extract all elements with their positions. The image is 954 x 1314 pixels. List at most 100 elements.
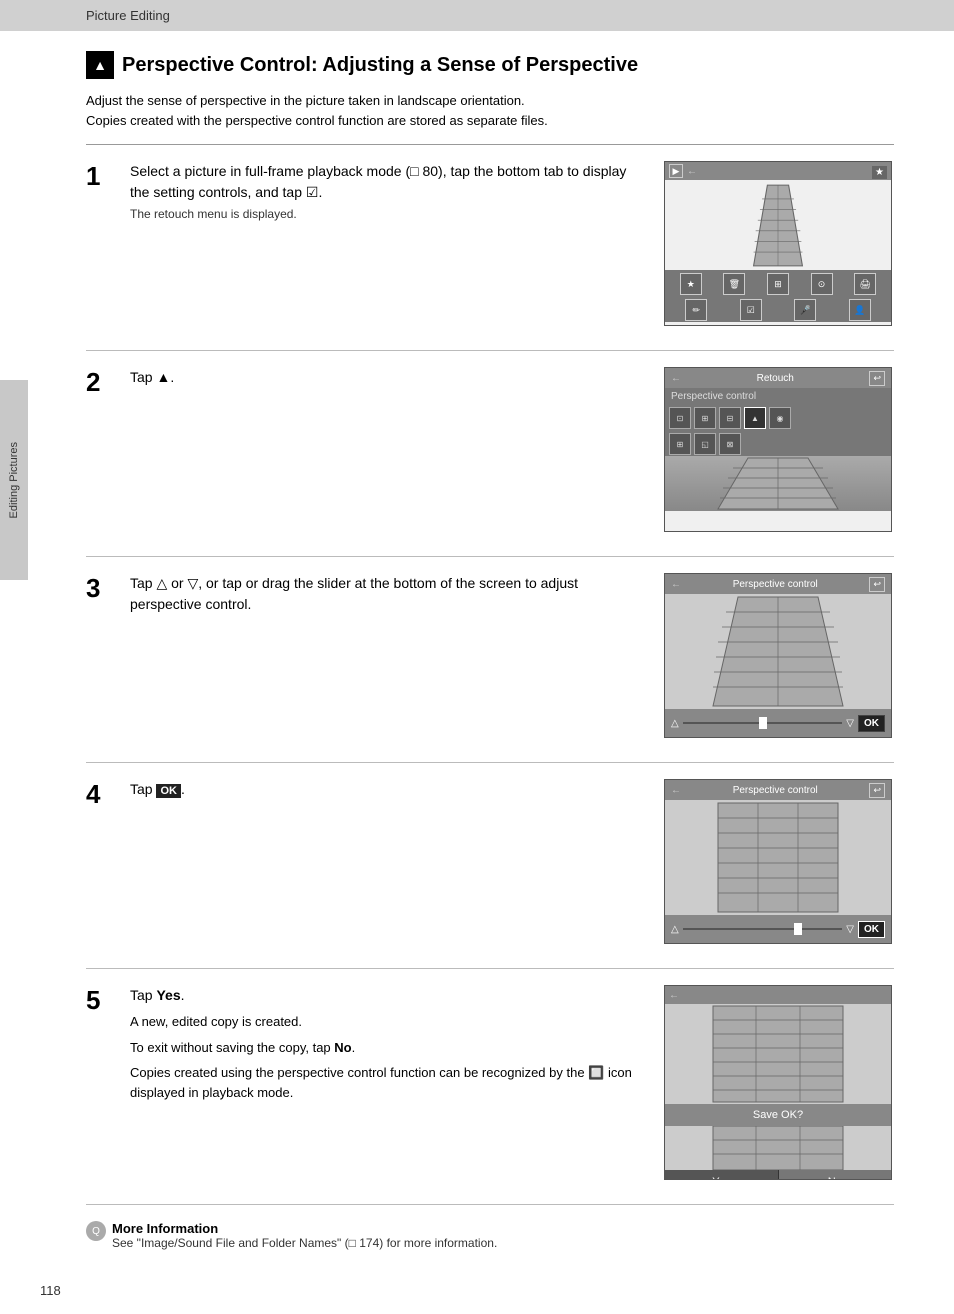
screen4: ← Perspective control ↩ — [664, 779, 892, 944]
screen4-slider-down: ▽ — [846, 924, 854, 935]
screen2-back-btn: ↩ — [869, 371, 885, 386]
screen1-building — [665, 180, 891, 270]
step-4-number: 4 — [86, 781, 110, 807]
mic-menu-icon: 🎤 — [794, 299, 816, 321]
screen4-slider-up: △ — [671, 924, 679, 935]
step-1-note: The retouch menu is displayed. — [130, 207, 644, 221]
page-header: Picture Editing — [0, 0, 954, 31]
slider-track[interactable] — [683, 722, 843, 724]
step-2-row: 2 Tap ▲. ← Retouch ↩ Perspective control… — [86, 367, 894, 532]
screen4-slider-row: △ ▽ OK — [665, 915, 891, 943]
screen3-building-svg — [665, 594, 891, 709]
step-5-text: Tap Yes. — [130, 985, 644, 1006]
retouch-icon-4-selected: ▲ — [744, 407, 766, 429]
step-2-content: Tap ▲. — [130, 367, 644, 388]
yes-bold: Yes — [156, 987, 180, 1003]
ok-button-step4[interactable]: OK — [858, 921, 885, 938]
header-label: Picture Editing — [86, 8, 170, 23]
screen1-menurow2: ✏ ☑ 🎤 👤 — [665, 298, 891, 322]
screen5-building — [665, 1004, 891, 1104]
title-section: ▲ Perspective Control: Adjusting a Sense… — [86, 51, 894, 79]
main-content: ▲ Perspective Control: Adjusting a Sense… — [0, 31, 954, 1270]
step-3-number: 3 — [86, 575, 110, 601]
screen5-arrow: ← — [669, 990, 679, 1001]
screen2-header: ← Retouch ↩ — [665, 368, 891, 388]
building-svg — [748, 183, 808, 268]
person-menu-icon: 👤 — [849, 299, 871, 321]
star-icon: ★ — [872, 166, 887, 179]
screen3-arrow: ← — [671, 579, 681, 590]
retouch-icon-7: ◱ — [694, 433, 716, 455]
screen5-buttons: Yes No — [665, 1170, 891, 1180]
screen2-subtitle: Perspective control — [665, 388, 891, 404]
step-5-note1: A new, edited copy is created. — [130, 1012, 644, 1032]
no-button[interactable]: No — [779, 1170, 892, 1180]
slider-down-icon: ▽ — [846, 718, 854, 729]
more-info-section: Q More Information See "Image/Sound File… — [86, 1221, 894, 1250]
retouch-icon-6: ⊞ — [669, 433, 691, 455]
step-5-note2: To exit without saving the copy, tap No. — [130, 1038, 644, 1058]
step-3-content: Tap △ or ▽, or tap or drag the slider at… — [130, 573, 644, 615]
step-5-note3: Copies created using the perspective con… — [130, 1063, 644, 1102]
subtitle-text: Adjust the sense of perspective in the p… — [86, 91, 894, 145]
ok-label: OK — [156, 784, 181, 798]
retouch-icon-5: ◉ — [769, 407, 791, 429]
retouch-icon-1: ⊡ — [669, 407, 691, 429]
step-2-number: 2 — [86, 369, 110, 395]
step-2-image: ← Retouch ↩ Perspective control ⊡ ⊞ ⊟ ▲ … — [664, 367, 894, 532]
check-menu-icon: ☑ — [740, 299, 762, 321]
screen2-building-svg — [665, 456, 891, 511]
perspective-control-icon: ▲ — [86, 51, 114, 79]
screen2-icons-row2: ⊞ ◱ ⊠ — [665, 432, 891, 456]
step-4-content: Tap OK. — [130, 779, 644, 800]
screen4-building-svg — [665, 800, 891, 915]
step-2-text: Tap ▲. — [130, 367, 644, 388]
more-info-title: More Information — [112, 1221, 497, 1236]
screen3-title: Perspective control — [733, 579, 818, 590]
slider-thumb[interactable] — [759, 717, 767, 729]
star-menu-icon: ★ — [680, 273, 702, 295]
screen5-building-svg — [665, 1004, 891, 1104]
screen4-slider-thumb[interactable] — [794, 923, 802, 935]
screen4-slider-track[interactable] — [683, 928, 843, 930]
step-1-text: Select a picture in full-frame playback … — [130, 161, 644, 203]
save-ok-text: Save OK? — [753, 1109, 803, 1121]
screen3-slider-row: △ ▽ OK — [665, 709, 891, 737]
page-number: 118 — [40, 1283, 61, 1298]
retouch-icon-8: ⊠ — [719, 433, 741, 455]
more-info-icon: Q — [86, 1221, 106, 1241]
screen5-building2 — [665, 1126, 891, 1170]
side-tab-text: Editing Pictures — [8, 442, 20, 518]
screen4-title: Perspective control — [733, 785, 818, 796]
divider-3 — [86, 762, 894, 763]
yes-button[interactable]: Yes — [665, 1170, 779, 1180]
screen5: ← — [664, 985, 892, 1180]
step-3-row: 3 Tap △ or ▽, or tap or drag the slider … — [86, 573, 894, 738]
step-1-content: Select a picture in full-frame playback … — [130, 161, 644, 221]
screen3-back-btn: ↩ — [869, 577, 885, 592]
step-1-image: ▶ ← ★ — [664, 161, 894, 326]
divider-4 — [86, 968, 894, 969]
slider-up-icon: △ — [671, 718, 679, 729]
screen3-building-area — [665, 594, 891, 709]
divider-1 — [86, 350, 894, 351]
screen2-arrow: ← — [671, 373, 681, 384]
screen1-menubar: ★ 🗑 ⊞ ⊙ 🖨 — [665, 270, 891, 298]
divider-5 — [86, 1204, 894, 1205]
copy-menu-icon: ⊞ — [767, 273, 789, 295]
screen5-top: ← — [665, 986, 891, 1004]
step-4-text: Tap OK. — [130, 779, 644, 800]
screen2-subtitle-text: Perspective control — [671, 391, 756, 402]
trash-menu-icon: 🗑 — [723, 273, 745, 295]
ok-button-step3[interactable]: OK — [858, 715, 885, 732]
step-3-image: ← Perspective control ↩ — [664, 573, 894, 738]
divider-2 — [86, 556, 894, 557]
screen5-save-label: Save OK? — [665, 1104, 891, 1126]
screen1: ▶ ← ★ — [664, 161, 892, 326]
step-5-content: Tap Yes. A new, edited copy is created. … — [130, 985, 644, 1102]
step-3-text: Tap △ or ▽, or tap or drag the slider at… — [130, 573, 644, 615]
screen2-title: Retouch — [757, 373, 794, 384]
step-5-row: 5 Tap Yes. A new, edited copy is created… — [86, 985, 894, 1180]
connect-menu-icon: ⊙ — [811, 273, 833, 295]
no-label: No — [828, 1176, 842, 1180]
